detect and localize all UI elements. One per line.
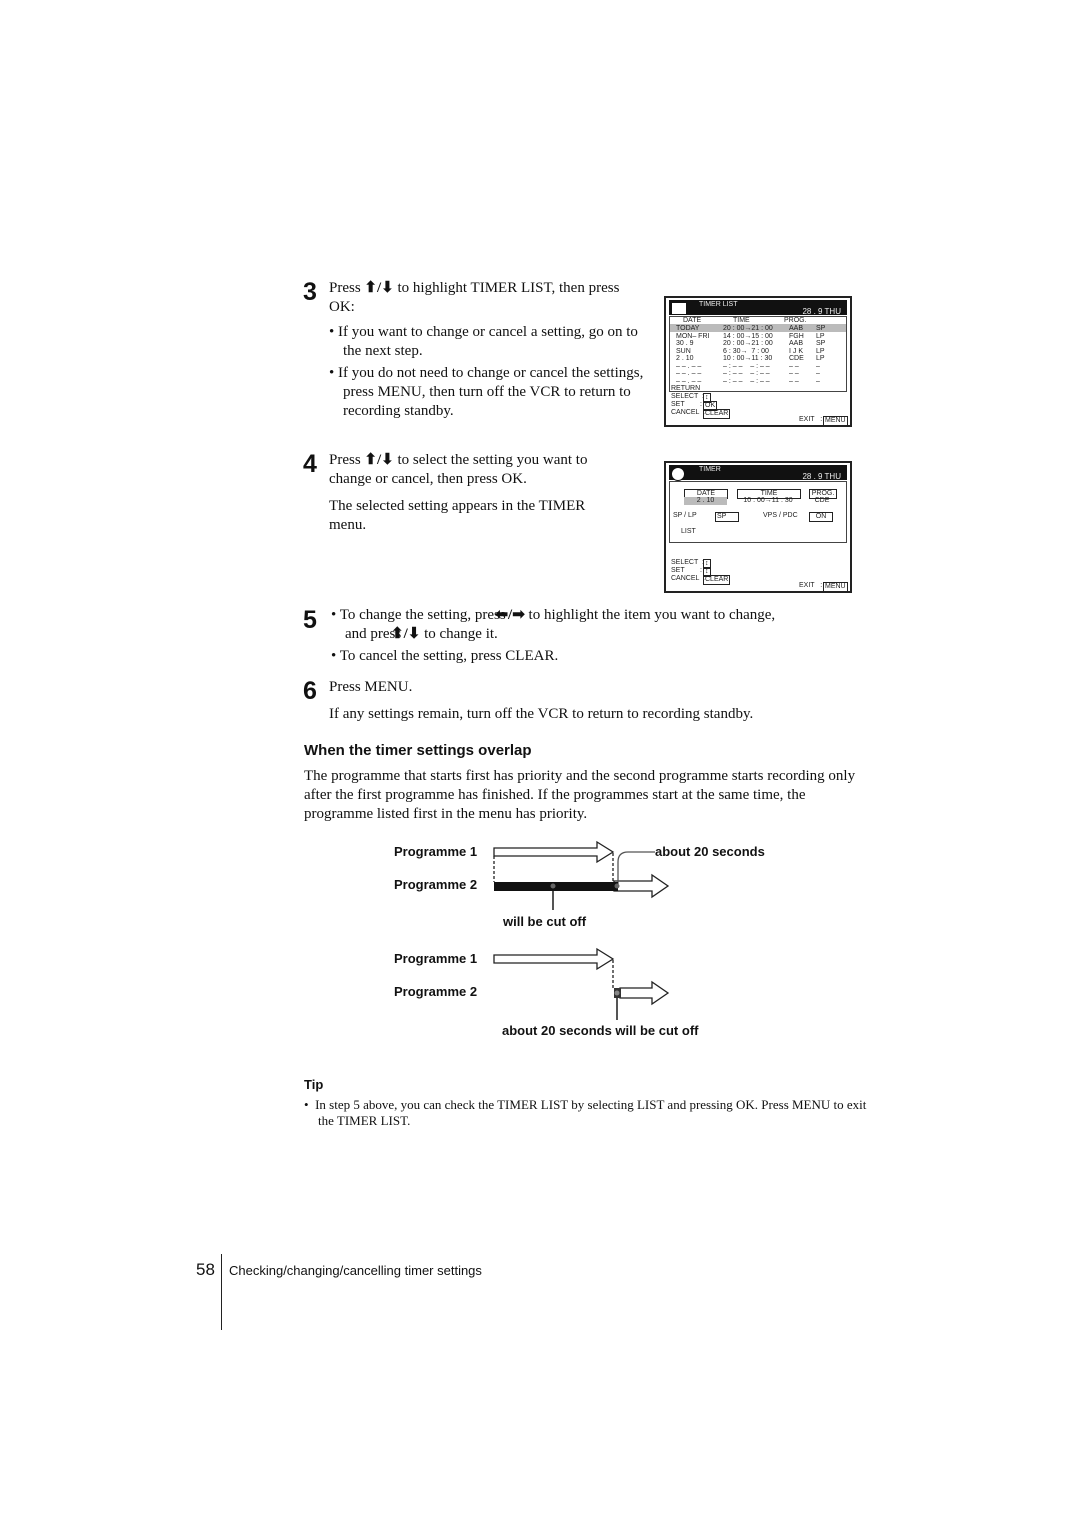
programme-label: Programme 2 [394, 984, 478, 999]
section-title: Checking/changing/cancelling timer setti… [229, 1263, 482, 1278]
manual-page: 3 Press ⬆/⬇ to highlight TIMER LIST, the… [0, 0, 1080, 1528]
page-number: 58 [196, 1260, 215, 1279]
programme-2-arrow [619, 980, 670, 1006]
cut-off-bar [494, 882, 618, 891]
footer-divider [221, 1254, 222, 1330]
programme-label: Programme 1 [394, 844, 478, 859]
diagram-note: about 20 seconds will be cut off [502, 1023, 699, 1038]
programme-label: Programme 1 [394, 951, 478, 966]
programme-label: Programme 2 [394, 877, 478, 892]
diagram-note: will be cut off [503, 914, 587, 929]
overlap-diagram [493, 840, 670, 1020]
diagram-note: about 20 seconds [655, 844, 765, 859]
tip-label: Tip [304, 1077, 324, 1092]
programme-1-arrow [493, 947, 615, 971]
programme-1-arrow [493, 840, 615, 864]
tip-text: • In step 5 above, you can check the TIM… [304, 1097, 867, 1128]
programme-2-arrow [613, 873, 670, 899]
